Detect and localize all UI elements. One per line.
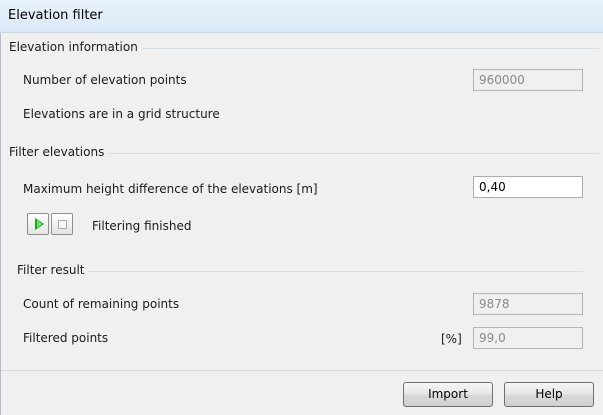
- group-title-filter-result: Filter result: [17, 263, 89, 277]
- group-title-filter-elevations: Filter elevations: [9, 145, 109, 159]
- percent-unit: [%]: [441, 332, 462, 346]
- start-filter-button[interactable]: [27, 213, 49, 235]
- filtered-points-label: Filtered points: [23, 331, 109, 345]
- group-title-elevation-information: Elevation information: [9, 40, 142, 54]
- number-of-points-field: 960000: [473, 69, 583, 91]
- dialog-body: Elevation information Number of elevatio…: [0, 33, 603, 415]
- remaining-points-field: 9878: [473, 293, 583, 315]
- footer-divider: [1, 370, 603, 371]
- filter-status-label: Filtering finished: [92, 219, 192, 233]
- filter-result-group: Filter result Count of remaining points …: [17, 263, 583, 369]
- filtered-points-field: 99,0: [473, 327, 583, 349]
- stop-filter-button[interactable]: [51, 213, 73, 235]
- grid-structure-label: Elevations are in a grid structure: [23, 107, 220, 121]
- remaining-points-label: Count of remaining points: [23, 297, 180, 311]
- max-height-difference-label: Maximum height difference of the elevati…: [23, 182, 318, 196]
- window-title: Elevation filter: [8, 8, 103, 23]
- title-bar: Elevation filter: [0, 0, 603, 33]
- number-of-points-label: Number of elevation points: [23, 73, 187, 87]
- help-button[interactable]: Help: [504, 382, 594, 407]
- import-button[interactable]: Import: [403, 382, 493, 407]
- stop-icon: [58, 220, 67, 229]
- max-height-difference-input[interactable]: 0,40: [473, 176, 583, 198]
- play-icon: [35, 218, 44, 230]
- elevation-information-group: Elevation information Number of elevatio…: [9, 40, 599, 144]
- filter-elevations-group: Filter elevations Maximum height differe…: [9, 145, 599, 263]
